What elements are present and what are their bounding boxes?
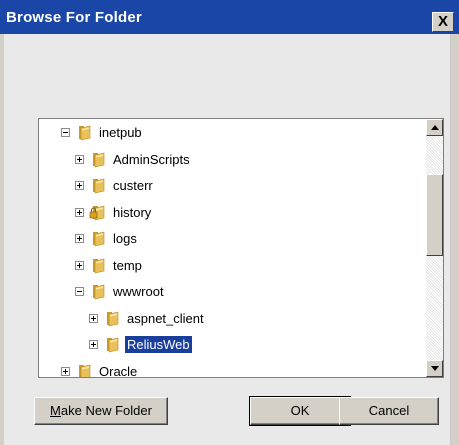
cancel-label: Cancel (368, 403, 410, 418)
expand-icon[interactable] (89, 340, 98, 349)
tree-item-label: aspnet_client (127, 310, 204, 326)
tree-item-label: Oracle (99, 363, 138, 378)
close-icon: X (437, 13, 448, 30)
tree-item-label: custerr (113, 178, 153, 193)
close-button[interactable]: X (432, 12, 454, 32)
scroll-thumb[interactable] (426, 174, 443, 256)
locked-folder-icon (89, 205, 105, 220)
folder-icon (93, 258, 105, 273)
expand-icon[interactable] (75, 154, 84, 164)
folder-tree-rows: inetpub AdminScripts custerr history logs tem… (39, 119, 426, 377)
folder-icon (93, 178, 105, 194)
tree-item-label: inetpub (99, 125, 142, 140)
window-edge (450, 34, 451, 445)
expand-icon[interactable] (75, 181, 84, 190)
folder-icon (79, 125, 91, 141)
tree-item[interactable]: wwwroot (39, 280, 426, 306)
scroll-up-button[interactable] (426, 119, 443, 136)
tree-item[interactable]: temp (39, 254, 426, 280)
tree-item-label: history (113, 204, 152, 220)
tree-item[interactable]: ReliusWeb (39, 333, 426, 359)
expand-icon[interactable] (75, 207, 84, 217)
title-bar[interactable]: Browse For Folder (0, 0, 459, 34)
collapse-icon[interactable] (61, 128, 70, 137)
tree-item[interactable]: history (39, 201, 426, 227)
folder-icon (93, 231, 105, 247)
folder-icon (107, 337, 119, 353)
expand-icon[interactable] (75, 234, 84, 243)
ok-label: OK (290, 403, 310, 418)
arrow-down-icon (431, 366, 439, 371)
window-title: Browse For Folder (6, 9, 142, 26)
folder-tree[interactable]: inetpub AdminScripts custerr history logs tem… (38, 118, 444, 378)
cancel-button[interactable]: Cancel (339, 397, 439, 425)
tree-item[interactable]: AdminScripts (39, 148, 426, 174)
folder-icon (93, 284, 105, 300)
collapse-icon[interactable] (75, 287, 84, 296)
browse-for-folder-dialog: Browse For Folder X inetpub AdminScripts c… (0, 0, 459, 445)
expand-icon[interactable] (61, 366, 70, 376)
tree-item[interactable]: logs (39, 227, 426, 253)
expand-icon[interactable] (89, 313, 98, 323)
tree-item-label: wwwroot (113, 284, 164, 299)
tree-item[interactable]: aspnet_client (39, 307, 426, 333)
folder-icon (79, 364, 91, 377)
arrow-up-icon (431, 125, 439, 130)
scroll-down-button[interactable] (426, 360, 443, 377)
mnemonic-letter: M (50, 403, 61, 418)
tree-item-label: logs (113, 231, 137, 246)
folder-icon (107, 311, 119, 326)
tree-item-label: ReliusWeb (124, 335, 193, 354)
make-new-folder-label: ake New Folder (60, 403, 152, 418)
tree-item[interactable]: inetpub (39, 121, 426, 147)
vertical-scrollbar[interactable] (426, 119, 443, 377)
folder-icon (93, 152, 105, 167)
tree-item-label: AdminScripts (113, 151, 190, 167)
tree-item[interactable]: Oracle (39, 360, 426, 378)
ok-button[interactable]: OK (249, 396, 351, 426)
make-new-folder-button[interactable]: Make New Folder (34, 397, 168, 425)
tree-item[interactable]: custerr (39, 174, 426, 200)
expand-icon[interactable] (75, 260, 84, 270)
tree-item-label: temp (113, 257, 142, 273)
